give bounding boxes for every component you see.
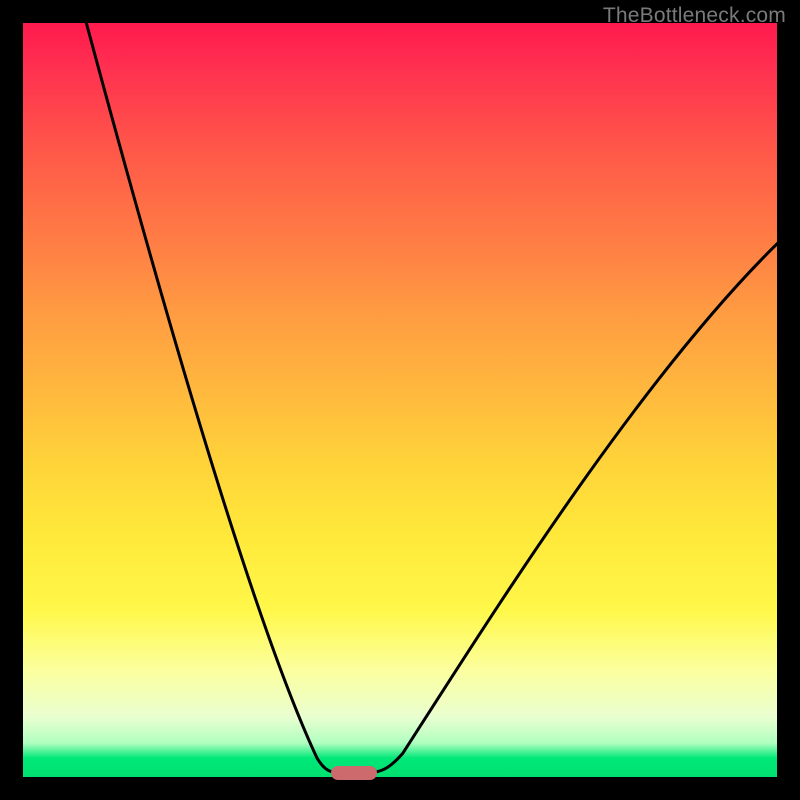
left-curve	[85, 23, 333, 772]
chart-plot-area	[23, 23, 777, 777]
bottleneck-marker	[331, 766, 377, 780]
chart-curves-svg	[23, 23, 777, 777]
right-curve	[375, 238, 777, 772]
watermark-text: TheBottleneck.com	[603, 4, 786, 28]
